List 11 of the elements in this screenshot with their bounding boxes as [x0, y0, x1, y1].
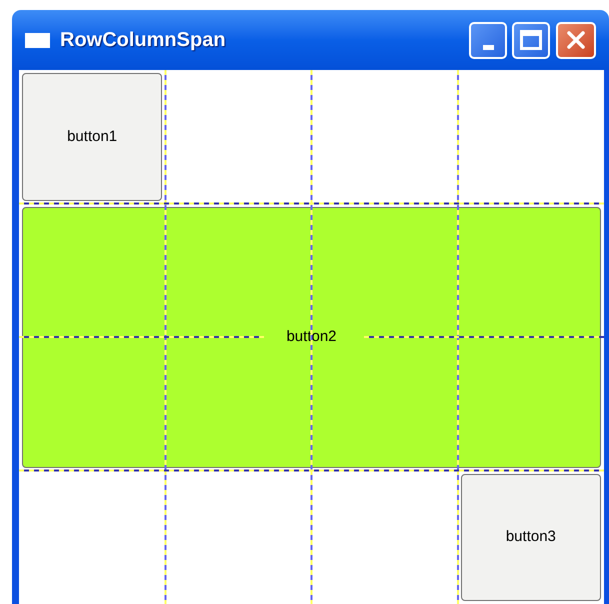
maximize-icon: [520, 30, 542, 50]
close-icon: [566, 30, 586, 50]
window-icon: [25, 32, 50, 48]
grid-button[interactable]: button3: [460, 474, 601, 601]
maximize-button[interactable]: [512, 22, 550, 58]
grid-button[interactable]: button2: [22, 206, 601, 468]
grid-button[interactable]: button1: [22, 73, 162, 200]
minimize-icon: [482, 44, 494, 50]
minimize-button[interactable]: [469, 22, 507, 58]
close-button[interactable]: [556, 22, 596, 58]
window-title: RowColumnSpan: [60, 28, 226, 53]
